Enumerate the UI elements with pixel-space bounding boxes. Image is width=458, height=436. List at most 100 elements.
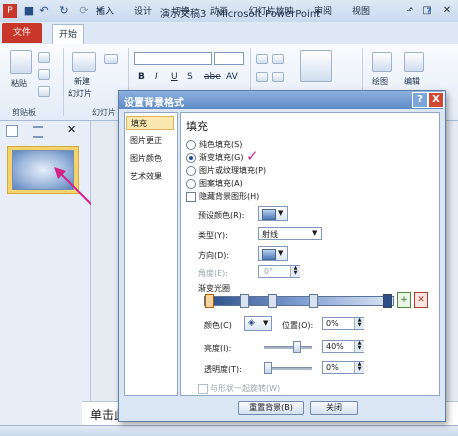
dialog-close-icon[interactable]: X: [428, 92, 444, 108]
direction-label: 方向(D):: [198, 251, 230, 260]
spin-arrows-icon: ▲ ▼: [290, 266, 300, 277]
tab-animations[interactable]: 动画: [204, 4, 234, 20]
gradient-stop[interactable]: [205, 294, 214, 308]
tab-insert[interactable]: 插入: [90, 4, 120, 20]
align-left-icon[interactable]: [256, 72, 268, 82]
nav-item-picture-color[interactable]: 图片颜色: [126, 152, 174, 166]
clipboard-group-label: 剪贴板: [12, 108, 36, 117]
new-slide-label-2[interactable]: 幻灯片: [68, 88, 92, 99]
numbering-icon[interactable]: [272, 54, 284, 64]
outline-tab-icon[interactable]: [33, 126, 43, 138]
tab-file[interactable]: 文件: [2, 23, 42, 43]
close-window-icon[interactable]: ✕: [438, 3, 456, 18]
direction-swatch: [262, 249, 276, 260]
reset-background-button[interactable]: 重置背景(B): [238, 401, 304, 415]
help-icon[interactable]: ?: [422, 4, 436, 20]
nav-item-artistic-effects[interactable]: 艺术效果: [126, 170, 174, 184]
draw-button[interactable]: 绘图: [372, 76, 388, 87]
hide-bg-graphics-label[interactable]: 隐藏背景图形(H): [199, 191, 259, 202]
close-button[interactable]: 关闭: [310, 401, 358, 415]
italic-icon[interactable]: I: [155, 72, 158, 82]
gradient-stop[interactable]: [268, 294, 277, 308]
type-label: 类型(Y):: [198, 231, 228, 240]
strikethrough-icon[interactable]: abe: [204, 72, 221, 82]
underline-icon[interactable]: U: [171, 72, 178, 82]
gradient-stops-label: 渐变光圈: [198, 284, 230, 293]
chevron-down-icon: ▼: [312, 229, 318, 237]
font-size-combo[interactable]: [214, 52, 244, 65]
spin-arrows-icon[interactable]: ▲ ▼: [354, 362, 364, 373]
layout-icon[interactable]: [104, 54, 118, 64]
powerpoint-logo-icon: P: [3, 4, 17, 18]
spin-arrows-icon[interactable]: ▲ ▼: [354, 341, 364, 352]
copy-icon[interactable]: [38, 69, 50, 80]
nav-item-picture-corrections[interactable]: 图片更正: [126, 134, 174, 148]
tab-slideshow[interactable]: 幻灯片放映: [242, 4, 300, 20]
hide-bg-graphics-checkbox[interactable]: [186, 192, 196, 202]
type-value: 射线: [262, 230, 278, 239]
angle-label: 角度(E):: [198, 269, 228, 278]
draw-icon[interactable]: [372, 52, 392, 72]
cut-icon[interactable]: [38, 52, 50, 63]
brightness-value: 40%: [326, 342, 344, 351]
tab-design[interactable]: 设计: [128, 4, 158, 20]
paste-button[interactable]: 粘贴: [11, 78, 27, 89]
dialog-title: 设置背景格式: [124, 98, 184, 109]
edit-button[interactable]: 编辑: [404, 76, 420, 87]
ribbon-minimize-icon[interactable]: ⌃: [405, 4, 417, 20]
radio-solid-fill[interactable]: [186, 140, 196, 150]
gradient-stops-bar[interactable]: [204, 296, 394, 306]
tab-review[interactable]: 审阅: [308, 4, 338, 20]
brightness-slider-thumb[interactable]: [293, 341, 301, 353]
radio-gradient-fill-label[interactable]: 渐变填充(G): [199, 152, 243, 163]
tab-view[interactable]: 视图: [346, 4, 376, 20]
radio-pattern-fill-label[interactable]: 图案填充(A): [199, 178, 243, 189]
transparency-slider-thumb[interactable]: [264, 362, 272, 374]
tab-home[interactable]: 开始: [52, 24, 84, 45]
position-label: 位置(O):: [282, 321, 314, 330]
angle-value: 0°: [264, 267, 274, 276]
position-value: 0%: [326, 319, 339, 328]
redo-icon[interactable]: ↻: [57, 4, 71, 18]
remove-stop-icon[interactable]: ✕: [414, 292, 428, 308]
font-name-combo[interactable]: [134, 52, 212, 65]
chevron-down-icon: ▼: [278, 209, 284, 217]
radio-picture-fill-label[interactable]: 图片或纹理填充(P): [199, 165, 266, 176]
new-slide-icon[interactable]: [72, 52, 96, 72]
slides-tab-icon[interactable]: [6, 125, 18, 137]
gradient-stop[interactable]: [309, 294, 318, 308]
format-painter-icon[interactable]: [38, 86, 50, 97]
bold-icon[interactable]: B: [138, 72, 145, 82]
color-label: 颜色(C): [204, 321, 232, 330]
nav-item-fill[interactable]: 填充: [126, 116, 174, 130]
section-heading: 填充: [186, 120, 208, 133]
brightness-label: 亮度(I):: [204, 344, 232, 353]
rotate-with-shape-label: 与形状一起旋转(W): [210, 384, 281, 393]
slides-group-label: 幻灯片: [92, 108, 116, 117]
add-stop-icon[interactable]: +: [397, 292, 411, 308]
spin-arrows-icon[interactable]: ▲ ▼: [354, 318, 364, 329]
rotate-with-shape-checkbox: [198, 384, 208, 394]
char-spacing-icon[interactable]: AV: [226, 72, 238, 82]
radio-picture-fill[interactable]: [186, 166, 196, 176]
radio-pattern-fill[interactable]: [186, 179, 196, 189]
shapes-gallery-icon[interactable]: [300, 50, 332, 82]
paste-icon[interactable]: [10, 50, 32, 74]
tab-transitions[interactable]: 切换: [166, 4, 196, 20]
bullets-icon[interactable]: [256, 54, 268, 64]
brightness-slider[interactable]: [264, 346, 312, 349]
radio-solid-fill-label[interactable]: 纯色填充(S): [199, 139, 242, 150]
new-slide-label[interactable]: 新建: [74, 76, 90, 87]
save-icon[interactable]: ■: [22, 4, 36, 18]
close-pane-icon[interactable]: ✕: [67, 123, 76, 136]
chevron-down-icon: ▼: [263, 319, 269, 327]
gradient-stop[interactable]: [383, 294, 392, 308]
repeat-icon[interactable]: ⟳: [77, 4, 91, 18]
undo-icon[interactable]: ↶: [37, 4, 51, 18]
edit-icon[interactable]: [404, 52, 424, 72]
shadow-icon[interactable]: S: [187, 72, 193, 82]
radio-gradient-fill[interactable]: [186, 153, 196, 163]
align-center-icon[interactable]: [272, 72, 284, 82]
gradient-stop[interactable]: [240, 294, 249, 308]
dialog-help-button[interactable]: ?: [412, 92, 428, 108]
